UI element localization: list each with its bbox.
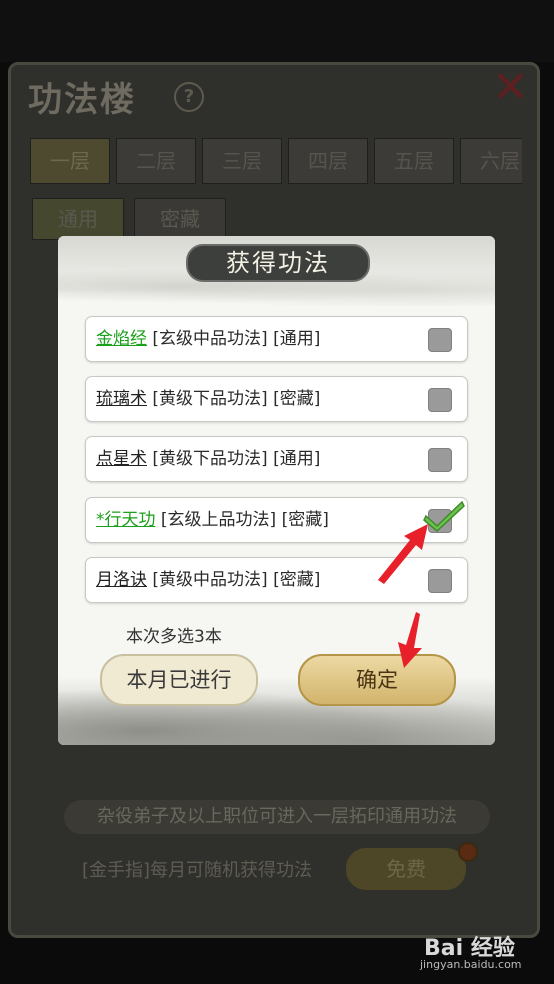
floor-tabs: 一层 二层 三层 四层 五层 六层 bbox=[30, 138, 522, 184]
skill-item[interactable]: 点星术 [黄级下品功法] [通用] bbox=[85, 436, 468, 482]
skill-checkbox[interactable] bbox=[428, 448, 452, 472]
annotation-arrow-icon bbox=[398, 612, 422, 668]
close-icon[interactable]: ✕ bbox=[492, 62, 529, 113]
annotation-arrow-icon bbox=[378, 524, 428, 584]
skill-detail: [玄级中品功法] [通用] bbox=[147, 329, 321, 349]
skill-item[interactable]: 琉璃术 [黄级下品功法] [密藏] bbox=[85, 376, 468, 422]
skill-name[interactable]: 月洛诀 bbox=[96, 570, 147, 590]
tab-floor-5[interactable]: 五层 bbox=[374, 138, 454, 184]
dialog-title: 获得功法 bbox=[186, 244, 370, 282]
done-this-month-button[interactable]: 本月已进行 bbox=[100, 654, 258, 706]
tab-floor-4[interactable]: 四层 bbox=[288, 138, 368, 184]
skill-checkbox[interactable] bbox=[428, 388, 452, 412]
golden-finger-tip: [金手指]每月可随机获得功法 bbox=[82, 860, 313, 881]
tab-floor-6[interactable]: 六层 bbox=[460, 138, 522, 184]
tab-secret[interactable]: 密藏 bbox=[134, 198, 226, 240]
skill-detail: [玄级上品功法] [密藏] bbox=[155, 510, 329, 530]
tab-floor-1[interactable]: 一层 bbox=[30, 138, 110, 184]
top-status-bar bbox=[0, 0, 554, 62]
selection-note: 本次多选3本 bbox=[126, 627, 222, 647]
help-icon[interactable]: ? bbox=[174, 82, 204, 112]
skill-detail: [黄级下品功法] [密藏] bbox=[147, 389, 321, 409]
tab-floor-2[interactable]: 二层 bbox=[116, 138, 196, 184]
skill-detail: [黄级下品功法] [通用] bbox=[147, 449, 321, 469]
baidu-url: jingyan.baidu.com bbox=[420, 958, 522, 971]
notification-dot bbox=[458, 842, 478, 862]
skill-name[interactable]: *行天功 bbox=[96, 510, 156, 530]
skill-checkbox[interactable] bbox=[428, 328, 452, 352]
confirm-button[interactable]: 确定 bbox=[298, 654, 456, 706]
skill-name[interactable]: 金焰经 bbox=[96, 329, 147, 349]
free-button[interactable]: 免费 bbox=[346, 848, 466, 890]
rule-banner: 杂役弟子及以上职位可进入一层拓印通用功法 bbox=[64, 800, 490, 834]
skill-item[interactable]: 金焰经 [玄级中品功法] [通用] bbox=[85, 316, 468, 362]
skill-name[interactable]: 点星术 bbox=[96, 449, 147, 469]
tab-general[interactable]: 通用 bbox=[32, 198, 124, 240]
skill-name[interactable]: 琉璃术 bbox=[96, 389, 147, 409]
page-title: 功法楼 bbox=[28, 80, 136, 120]
tab-floor-3[interactable]: 三层 bbox=[202, 138, 282, 184]
skill-detail: [黄级中品功法] [密藏] bbox=[147, 570, 321, 590]
